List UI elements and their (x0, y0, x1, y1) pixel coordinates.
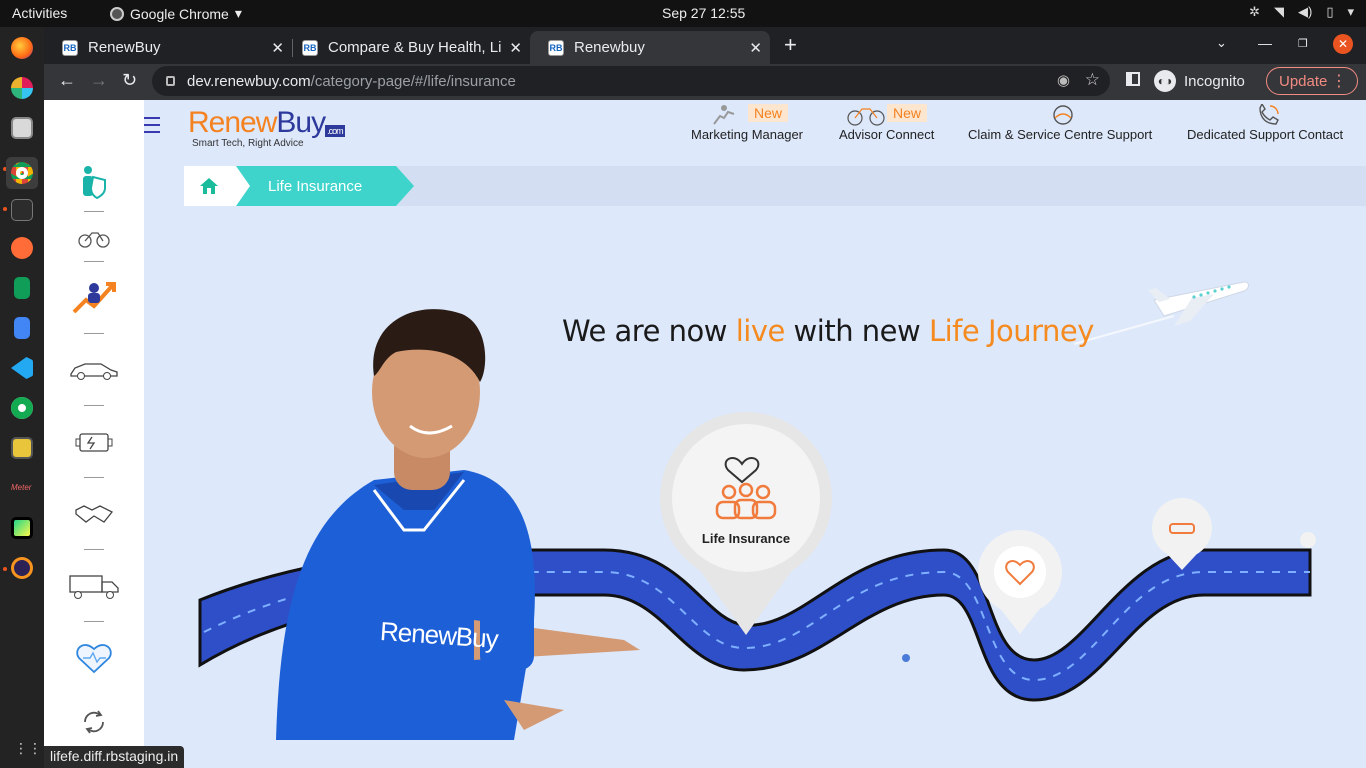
chevron-down-icon: ▾ (234, 5, 242, 21)
ubuntu-dock: Meter (0, 27, 44, 768)
close-icon[interactable]: ✕ (509, 39, 522, 57)
system-tray[interactable]: ✲ ◥ ◀) ▯ ▾ (1249, 4, 1354, 20)
hamburger-menu-icon[interactable] (144, 117, 160, 138)
handshake-nav-icon[interactable] (66, 494, 122, 534)
health-heart-nav-icon[interactable] (66, 638, 122, 678)
game-icon[interactable] (11, 437, 33, 459)
airplane-illustration (1073, 281, 1249, 345)
close-icon[interactable]: ✕ (749, 39, 762, 57)
header-link-label: Marketing Manager (691, 127, 803, 142)
postman-icon[interactable] (11, 237, 33, 259)
firefox-icon[interactable] (11, 37, 33, 59)
truck-nav-icon[interactable] (66, 566, 122, 606)
tab-compare-buy-health[interactable]: RB Compare & Buy Health, Li ✕ (284, 31, 530, 64)
window-close-icon[interactable]: ✕ (1333, 34, 1353, 54)
minimize-icon[interactable]: — (1258, 35, 1272, 51)
chrome-icon[interactable] (6, 157, 38, 189)
browser-toolbar: ← → ↻ dev.renewbuy.com /category-page/#/… (44, 64, 1366, 100)
clock[interactable]: Sep 27 12:55 (662, 5, 745, 21)
tab-renewbuy[interactable]: RB RenewBuy ✕ (44, 31, 292, 64)
tab-renewbuy-active[interactable]: RB Renewbuy ✕ (530, 31, 770, 64)
tab-title: Renewbuy (574, 39, 645, 56)
incognito-label: Incognito (1184, 72, 1245, 90)
refresh-nav-icon[interactable] (66, 702, 122, 742)
url-path: /category-page/#/life/insurance (310, 72, 516, 90)
app-name: Google Chrome (130, 5, 229, 22)
update-label: Update (1279, 72, 1328, 90)
network-indicator-icon: ✲ (1249, 4, 1260, 19)
tab-search-icon[interactable]: ⌄ (1216, 35, 1227, 51)
sheets-icon[interactable] (14, 277, 30, 299)
docs-icon[interactable] (14, 317, 30, 339)
chrome-app-icon (110, 6, 124, 21)
tab-title: RenewBuy (88, 39, 161, 56)
new-badge: New (748, 104, 789, 122)
volume-icon: ◀) (1297, 4, 1313, 19)
more-options-icon[interactable]: ⋮ (1331, 71, 1347, 91)
breadcrumb-current[interactable]: Life Insurance (236, 166, 414, 206)
new-badge: New (887, 104, 928, 122)
back-icon[interactable]: ← (58, 70, 76, 91)
meter-icon[interactable]: Meter (11, 483, 33, 497)
eye-off-icon[interactable]: ◉ (1057, 71, 1070, 89)
category-sidebar (44, 100, 144, 768)
hero-headline: We are now live with new Life Journey (562, 314, 1094, 348)
investment-nav-icon[interactable] (66, 278, 122, 318)
new-tab-button[interactable]: + (784, 32, 797, 58)
files-icon[interactable] (11, 117, 33, 139)
restore-icon[interactable]: ❐ (1298, 37, 1308, 50)
renewbuy-favicon: RB (302, 39, 318, 56)
life-insurance-nav-icon[interactable] (66, 162, 122, 202)
close-icon[interactable]: ✕ (271, 39, 284, 57)
renewbuy-favicon: RB (62, 39, 78, 56)
battery-icon: ▯ (1326, 4, 1334, 19)
app-menu[interactable]: Google Chrome ▾ (110, 5, 242, 22)
slack-icon[interactable] (11, 77, 33, 99)
header-link-label: Dedicated Support Contact (1187, 127, 1344, 142)
two-wheeler-nav-icon[interactable] (66, 218, 122, 258)
system-top-bar: Activities Google Chrome ▾ Sep 27 12:55 … (0, 0, 1366, 27)
support-globe-icon (1052, 104, 1078, 126)
mongodb-icon[interactable] (11, 397, 33, 419)
breadcrumb: Life Insurance (184, 166, 1366, 206)
car-nav-icon[interactable] (66, 350, 122, 390)
phone-icon (1256, 102, 1282, 126)
terminal-icon[interactable] (11, 199, 33, 221)
header-link-label: Claim & Service Centre Support (968, 127, 1153, 142)
renewbuy-logo[interactable]: RenewBuy .com Smart Tech, Right Advice (188, 106, 345, 149)
home-icon (200, 178, 218, 194)
commercial-vehicle-nav-icon[interactable] (66, 422, 122, 462)
pycharm-icon[interactable] (11, 517, 33, 539)
webpage: RenewBuy .com Smart Tech, Right Advice Ne… (44, 100, 1366, 768)
vscode-icon[interactable] (11, 357, 33, 379)
advisor-connect-icon (846, 104, 886, 126)
status-bar-url: lifefe.diff.rbstaging.in (44, 746, 185, 768)
header-link-label: Advisor Connect (839, 127, 935, 142)
update-button[interactable]: Update ⋮ (1266, 67, 1358, 95)
chevron-down-icon: ▾ (1347, 4, 1354, 19)
url-host: dev.renewbuy.com (187, 72, 311, 90)
activities-button[interactable]: Activities (12, 5, 67, 21)
wifi-icon: ◥ (1273, 4, 1284, 19)
tab-strip: RB RenewBuy ✕ RB Compare & Buy Health, L… (44, 27, 1366, 64)
forward-icon[interactable]: → (90, 70, 108, 91)
life-insurance-pin-label[interactable]: Life Insurance (696, 531, 796, 546)
incognito-icon: ◐◑ (1154, 70, 1176, 92)
marketing-manager-icon (710, 104, 736, 126)
incognito-indicator[interactable]: ◐◑ Incognito (1154, 70, 1245, 92)
brand-ambassador-illustration (276, 309, 640, 740)
tab-title: Compare & Buy Health, Li (328, 39, 502, 56)
address-bar[interactable]: dev.renewbuy.com /category-page/#/life/i… (152, 66, 1110, 96)
renewbuy-favicon: RB (548, 39, 564, 56)
bookmark-star-icon[interactable]: ☆ (1085, 70, 1100, 90)
lock-icon (166, 76, 175, 86)
reload-icon[interactable]: ↻ (122, 70, 137, 91)
side-panel-icon[interactable] (1126, 72, 1140, 86)
eclipse-icon[interactable] (11, 557, 33, 579)
